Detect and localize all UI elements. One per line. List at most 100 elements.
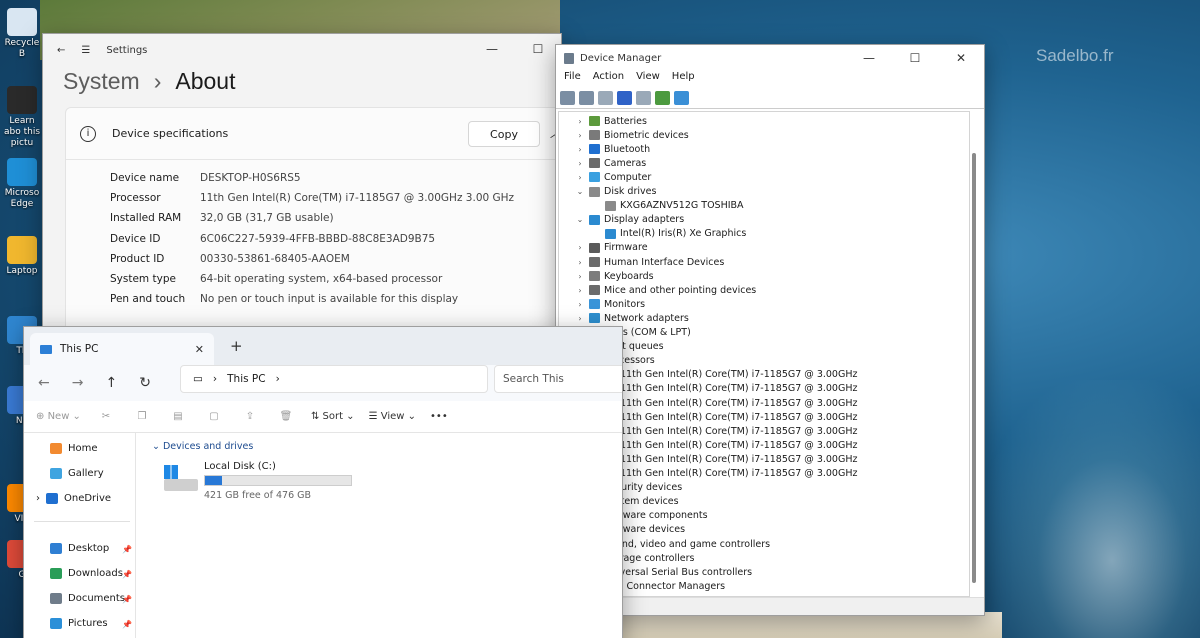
device-category[interactable]: › Keyboards — [575, 269, 653, 283]
paste-icon[interactable]: ▤ — [167, 411, 189, 422]
expand-chevron-icon[interactable]: › — [575, 300, 585, 309]
more-options-button[interactable]: ••• — [430, 411, 448, 422]
tab-this-pc[interactable]: This PC ✕ — [30, 333, 214, 365]
pin-icon[interactable]: 📌 — [122, 545, 132, 554]
minimize-icon[interactable]: — — [469, 34, 515, 64]
device-category[interactable]: › Computer — [575, 170, 651, 184]
device-category[interactable]: › Cameras — [575, 156, 646, 170]
address-bar[interactable]: ▭ › This PC › — [180, 365, 488, 393]
expand-chevron-icon[interactable]: › — [575, 243, 585, 252]
up-arrow-icon[interactable]: ↑ — [105, 375, 117, 391]
update-driver-icon[interactable] — [636, 90, 651, 105]
forward-arrow-icon[interactable]: → — [72, 375, 84, 391]
monitor-icon[interactable] — [674, 90, 689, 105]
expand-chevron-icon[interactable]: › — [575, 145, 585, 154]
cut-icon[interactable]: ✂ — [95, 411, 117, 422]
back-arrow-icon[interactable]: ← — [57, 45, 65, 56]
expand-chevron-icon[interactable]: › — [575, 131, 585, 140]
delete-icon[interactable]: 🗑 — [275, 411, 297, 422]
new-button[interactable]: ⊕ New ⌄ — [36, 411, 81, 422]
sidebar-item-downloads[interactable]: Downloads — [50, 568, 123, 579]
menu-item-help[interactable]: Help — [672, 71, 695, 87]
device-node[interactable]: 11th Gen Intel(R) Core(TM) i7-1185G7 @ 3… — [591, 410, 857, 424]
device-category[interactable]: › Monitors — [575, 297, 645, 311]
device-node[interactable]: 11th Gen Intel(R) Core(TM) i7-1185G7 @ 3… — [591, 382, 857, 396]
close-tab-icon[interactable]: ✕ — [195, 343, 204, 356]
minimize-icon[interactable]: — — [846, 45, 892, 73]
local-disk-c[interactable]: Local Disk (C:) 421 GB free of 476 GB — [164, 461, 364, 501]
menu-item-view[interactable]: View — [636, 71, 660, 87]
device-category[interactable]: › Human Interface Devices — [575, 255, 724, 269]
sidebar-item-label: Documents — [68, 593, 126, 604]
expand-chevron-icon[interactable]: › — [575, 159, 585, 168]
chevron-right-icon[interactable]: › — [276, 373, 280, 385]
expand-chevron-icon[interactable]: › — [575, 258, 585, 267]
scan-hardware-icon[interactable] — [655, 90, 670, 105]
forward-arrow-icon[interactable] — [579, 90, 594, 105]
desktop-icon[interactable]: Laptop — [2, 236, 42, 277]
device-label: Firmware — [604, 242, 648, 254]
sidebar-item-onedrive[interactable]: › OneDrive — [36, 493, 111, 504]
sort-button[interactable]: ⇅ Sort ⌄ — [311, 411, 355, 422]
back-arrow-icon[interactable]: ← — [38, 375, 50, 391]
menu-item-file[interactable]: File — [564, 71, 581, 87]
device-node[interactable]: 11th Gen Intel(R) Core(TM) i7-1185G7 @ 3… — [591, 396, 857, 410]
desktop-icon[interactable]: Recycle B — [2, 8, 42, 60]
expand-chevron-icon[interactable]: › — [575, 173, 585, 182]
desktop-icon[interactable]: Microso Edge — [2, 158, 42, 210]
sidebar-item-home[interactable]: Home — [50, 443, 98, 454]
new-tab-icon[interactable]: + — [230, 337, 243, 355]
sidebar-item-pictures[interactable]: Pictures — [50, 618, 108, 629]
copy-icon[interactable]: ❐ — [131, 411, 153, 422]
device-node[interactable]: 11th Gen Intel(R) Core(TM) i7-1185G7 @ 3… — [591, 467, 857, 481]
page-title: About — [175, 68, 236, 94]
device-label: 11th Gen Intel(R) Core(TM) i7-1185G7 @ 3… — [620, 425, 858, 437]
view-button[interactable]: ☰ View ⌄ — [369, 411, 416, 422]
hamburger-menu-icon[interactable]: ☰ — [81, 45, 90, 56]
device-node[interactable]: KXG6AZNV512G TOSHIBA — [591, 199, 744, 213]
device-category[interactable]: › Mice and other pointing devices — [575, 283, 756, 297]
device-category[interactable]: › Batteries — [575, 114, 647, 128]
device-node[interactable]: Intel(R) Iris(R) Xe Graphics — [591, 227, 746, 241]
view-label: View — [380, 411, 405, 422]
sidebar-item-desktop[interactable]: Desktop — [50, 543, 109, 554]
device-category[interactable]: › Network adapters — [575, 311, 688, 325]
device-node[interactable]: 11th Gen Intel(R) Core(TM) i7-1185G7 @ 3… — [591, 368, 857, 382]
device-node[interactable]: 11th Gen Intel(R) Core(TM) i7-1185G7 @ 3… — [591, 438, 857, 452]
properties-icon[interactable] — [598, 90, 613, 105]
watermark: Sadelbo.fr — [1036, 46, 1114, 65]
rename-icon[interactable]: ▢ — [203, 411, 225, 422]
maximize-icon[interactable]: ☐ — [892, 45, 938, 73]
help-icon[interactable] — [617, 90, 632, 105]
collapse-chevron-icon[interactable]: ⌄ — [575, 215, 585, 224]
sidebar-item-gallery[interactable]: Gallery — [50, 468, 104, 479]
expand-chevron-icon[interactable]: › — [575, 117, 585, 126]
back-arrow-icon[interactable] — [560, 90, 575, 105]
refresh-icon[interactable]: ↻ — [139, 375, 151, 391]
pin-icon[interactable]: 📌 — [122, 620, 132, 629]
device-category[interactable]: ⌄ Display adapters — [575, 213, 685, 227]
collapse-chevron-icon[interactable]: ⌄ — [575, 187, 585, 196]
desktop-icon[interactable]: Learn abo this pictu — [2, 86, 42, 149]
search-input[interactable]: Search This — [494, 365, 622, 393]
expand-chevron-icon[interactable]: › — [575, 286, 585, 295]
device-node[interactable]: 11th Gen Intel(R) Core(TM) i7-1185G7 @ 3… — [591, 452, 857, 466]
device-category[interactable]: › Bluetooth — [575, 142, 650, 156]
breadcrumb-system[interactable]: System — [63, 68, 140, 95]
device-category[interactable]: › Biometric devices — [575, 128, 688, 142]
close-icon[interactable]: ✕ — [938, 45, 984, 73]
expand-chevron-icon[interactable]: › — [36, 493, 40, 504]
device-category[interactable]: ⌄ Disk drives — [575, 185, 657, 199]
device-category[interactable]: › Firmware — [575, 241, 648, 255]
expand-chevron-icon[interactable]: › — [575, 314, 585, 323]
vertical-scrollbar[interactable] — [972, 153, 976, 583]
devices-group-heading[interactable]: ⌄ Devices and drives — [152, 441, 253, 452]
sidebar-item-documents[interactable]: Documents — [50, 593, 125, 604]
device-node[interactable]: 11th Gen Intel(R) Core(TM) i7-1185G7 @ 3… — [591, 424, 857, 438]
copy-button[interactable]: Copy — [468, 121, 540, 147]
pin-icon[interactable]: 📌 — [122, 570, 132, 579]
expand-chevron-icon[interactable]: › — [575, 272, 585, 281]
menu-item-action[interactable]: Action — [593, 71, 624, 87]
share-icon[interactable]: ⇪ — [239, 411, 261, 422]
pin-icon[interactable]: 📌 — [122, 595, 132, 604]
